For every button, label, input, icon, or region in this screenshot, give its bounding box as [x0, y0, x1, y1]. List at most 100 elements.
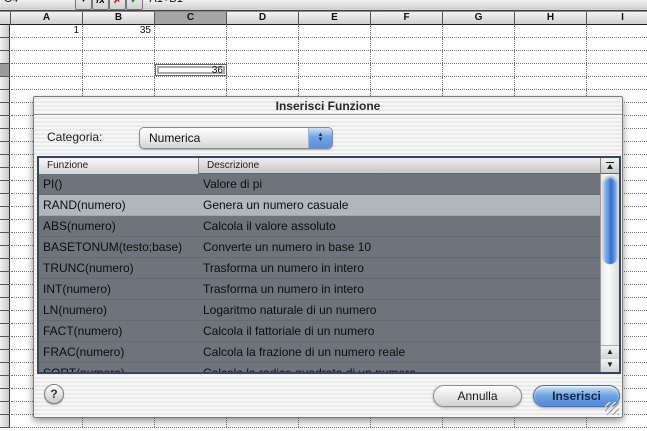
- cell-I3[interactable]: [587, 51, 647, 63]
- resize-grip[interactable]: [605, 402, 619, 415]
- cell-B4[interactable]: [83, 64, 155, 76]
- cell-H3[interactable]: [515, 51, 587, 63]
- cell-H5[interactable]: [515, 77, 587, 89]
- chevron-down-icon[interactable]: ▼: [75, 0, 92, 10]
- row-header-26[interactable]: [0, 350, 10, 363]
- cell-G3[interactable]: [443, 51, 515, 63]
- cell-G4[interactable]: [443, 64, 515, 76]
- accept-entry-icon[interactable]: ✓: [126, 0, 143, 10]
- cell-F5[interactable]: [371, 77, 443, 89]
- list-scrollbar[interactable]: ▲ ▼: [600, 174, 619, 372]
- function-row-basetonumtestobase[interactable]: BASETONUM(testo;base)Converte un numero …: [39, 237, 600, 258]
- function-row-absnumero[interactable]: ABS(numero)Calcola il valore assoluto: [39, 216, 600, 237]
- row-header-23[interactable]: [0, 311, 10, 324]
- cell-C2[interactable]: [155, 38, 227, 50]
- column-header-C[interactable]: C: [155, 11, 227, 25]
- cell-E1[interactable]: [299, 25, 371, 37]
- row-header-7[interactable]: [0, 103, 10, 116]
- row-header-1[interactable]: [0, 25, 10, 38]
- column-header-F[interactable]: F: [371, 11, 443, 25]
- row-header-10[interactable]: [0, 142, 10, 155]
- cell-D3[interactable]: [227, 51, 299, 63]
- cancel-entry-icon[interactable]: ✗: [109, 0, 126, 10]
- row-header-16[interactable]: [0, 220, 10, 233]
- cell-E2[interactable]: [299, 38, 371, 50]
- cell-I4[interactable]: [587, 64, 647, 76]
- row-header-14[interactable]: [0, 194, 10, 207]
- scrollbar-thumb[interactable]: [603, 176, 617, 264]
- cell-C1[interactable]: [155, 25, 227, 37]
- row-header-8[interactable]: [0, 116, 10, 129]
- cell-D5[interactable]: [227, 77, 299, 89]
- row-header-20[interactable]: [0, 272, 10, 285]
- cell-G2[interactable]: [443, 38, 515, 50]
- cell-G1[interactable]: [443, 25, 515, 37]
- cell-B5[interactable]: [83, 77, 155, 89]
- column-header-G[interactable]: G: [443, 11, 515, 25]
- function-row-truncnumero[interactable]: TRUNC(numero)Trasforma un numero in inte…: [39, 258, 600, 279]
- row-header-5[interactable]: [0, 77, 10, 90]
- cell-B3[interactable]: [83, 51, 155, 63]
- cell-C4[interactable]: 36: [155, 64, 227, 76]
- cell-H1[interactable]: [515, 25, 587, 37]
- category-popup[interactable]: Numerica ▲▼: [139, 127, 333, 149]
- row-header-28[interactable]: [0, 376, 10, 389]
- function-row-randnumero[interactable]: RAND(numero)Genera un numero casuale: [39, 195, 600, 216]
- row-header-17[interactable]: [0, 233, 10, 246]
- function-row-pi[interactable]: PI()Valore di pi: [39, 174, 600, 195]
- scroll-down-icon[interactable]: ▼: [601, 359, 619, 372]
- cell-I5[interactable]: [587, 77, 647, 89]
- cell-B2[interactable]: [83, 38, 155, 50]
- cell-F2[interactable]: [371, 38, 443, 50]
- row-header-9[interactable]: [0, 129, 10, 142]
- function-row-intnumero[interactable]: INT(numero)Trasforma un numero in intero: [39, 279, 600, 300]
- column-header-D[interactable]: D: [227, 11, 299, 25]
- function-row-sqrtnumero[interactable]: SQRT(numero)Calcola la radice quadrata d…: [39, 363, 600, 372]
- cell-C5[interactable]: [155, 77, 227, 89]
- cell-D1[interactable]: [227, 25, 299, 37]
- cell-D4[interactable]: [227, 64, 299, 76]
- cell-E5[interactable]: [299, 77, 371, 89]
- row-header-22[interactable]: [0, 298, 10, 311]
- cancel-button[interactable]: Annulla: [433, 385, 522, 407]
- row-header-25[interactable]: [0, 337, 10, 350]
- row-header-12[interactable]: [0, 168, 10, 181]
- column-header-H[interactable]: H: [515, 11, 587, 25]
- cell-C3[interactable]: [155, 51, 227, 63]
- cell-F3[interactable]: [371, 51, 443, 63]
- cell-H2[interactable]: [515, 38, 587, 50]
- column-header-funzione[interactable]: Funzione: [39, 158, 199, 174]
- row-header-19[interactable]: [0, 259, 10, 272]
- row-header-29[interactable]: [0, 389, 10, 402]
- function-row-factnumero[interactable]: FACT(numero)Calcola il fattoriale di un …: [39, 321, 600, 342]
- row-header-27[interactable]: [0, 363, 10, 376]
- row-header-13[interactable]: [0, 181, 10, 194]
- help-button[interactable]: ?: [44, 384, 64, 404]
- cell-F4[interactable]: [371, 64, 443, 76]
- function-row-fracnumero[interactable]: FRAC(numero)Calcola la frazione di un nu…: [39, 342, 600, 363]
- row-header-4[interactable]: [0, 64, 10, 77]
- cell-I2[interactable]: [587, 38, 647, 50]
- cell-A4[interactable]: [11, 64, 83, 76]
- function-row-lnnumero[interactable]: LN(numero)Logaritmo naturale di un numer…: [39, 300, 600, 321]
- row-header-18[interactable]: [0, 246, 10, 259]
- sort-order-button[interactable]: [600, 158, 619, 174]
- cell-A3[interactable]: [11, 51, 83, 63]
- row-header-11[interactable]: [0, 155, 10, 168]
- cell-A2[interactable]: [11, 38, 83, 50]
- formula-input[interactable]: =A1+B1: [143, 0, 183, 5]
- cell-F1[interactable]: [371, 25, 443, 37]
- column-header-B[interactable]: B: [83, 11, 155, 25]
- row-header-31[interactable]: [0, 415, 10, 428]
- grid-corner-cell[interactable]: [0, 11, 11, 25]
- cell-A5[interactable]: [11, 77, 83, 89]
- cell-G5[interactable]: [443, 77, 515, 89]
- cell-E4[interactable]: [299, 64, 371, 76]
- row-header-24[interactable]: [0, 324, 10, 337]
- row-header-3[interactable]: [0, 51, 10, 64]
- column-header-descrizione[interactable]: Descrizione: [199, 158, 600, 174]
- row-header-15[interactable]: [0, 207, 10, 220]
- cell-A1[interactable]: 1: [11, 25, 83, 37]
- column-header-I[interactable]: I: [587, 11, 647, 25]
- row-header-30[interactable]: [0, 402, 10, 415]
